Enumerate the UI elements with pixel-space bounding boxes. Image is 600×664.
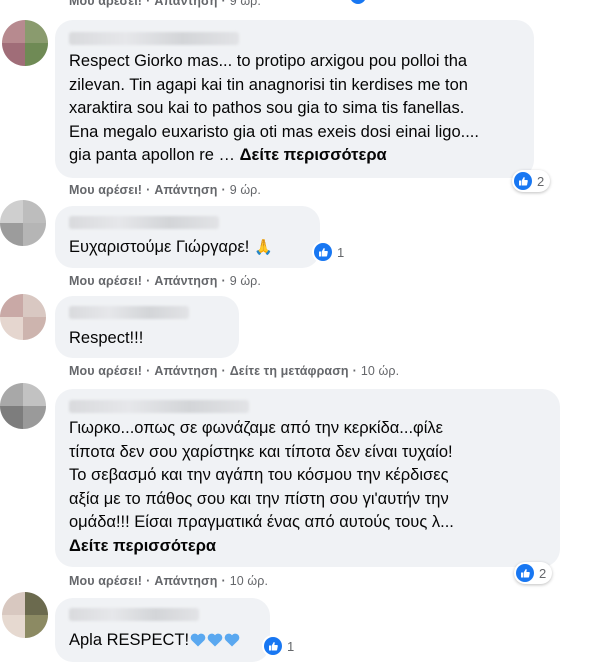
like-link[interactable]: Μου αρέσει! [69,274,142,288]
timestamp[interactable]: 9 ώρ. [230,183,261,197]
reaction-count[interactable]: 1 [264,637,294,655]
avatar[interactable] [0,383,46,429]
comment-bubble: Respect Giorko mas... to protipo arxigou… [55,20,534,178]
separator: · [221,274,226,288]
separator: · [146,364,151,378]
separator: · [221,364,226,378]
reaction-count[interactable]: 1 [314,243,344,261]
comment-bubble: Apla RESPECT! [55,598,270,662]
comment-bubble: Γιωρκο...οπως σε φωνάζαμε από την κερκίδ… [55,389,560,567]
reaction-count[interactable]: 2 [514,562,553,584]
reaction-count-value: 1 [287,638,295,654]
separator: · [146,183,151,197]
comment-text: Ευχαριστούμε Γιώργαρε! 🙏 [69,238,273,256]
see-more-link[interactable]: Δείτε περισσότερα [240,146,387,164]
like-link[interactable]: Μου αρέσει! [69,364,142,378]
reply-link[interactable]: Απάντηση [154,274,217,288]
commenter-name[interactable] [69,400,249,413]
separator: · [146,274,151,288]
comment-bubble: Respect!!! [55,296,239,358]
comment-actions: Μου αρέσει! · Απάντηση · 10 ώρ. [69,574,268,588]
separator: · [221,0,226,8]
timestamp[interactable]: 10 ώρ. [361,364,399,378]
comment-actions: Μου αρέσει! · Απάντηση · Δείτε τη μετάφραση ·… [69,364,399,378]
timestamp[interactable]: 10 ώρ. [230,574,268,588]
reply-link[interactable]: Απάντηση [154,183,217,197]
pray-emoji-icon: 🙏 [253,239,273,256]
like-link[interactable]: Μου αρέσει! [69,574,142,588]
see-more-link[interactable]: Δείτε περισσότερα [69,537,216,555]
reaction-count-value: 2 [537,173,545,189]
separator: · [221,183,226,197]
comment-actions-top: Μου αρέσει! · Απάντηση · 9 ώρ. [69,0,261,8]
comment-text: Respect!!! [69,329,144,347]
comment-text: Apla RESPECT! [69,629,240,653]
avatar[interactable] [2,592,48,638]
separator: · [352,364,357,378]
avatar[interactable] [0,200,46,246]
comment-text: Respect Giorko mas... to protipo arxigou… [69,52,479,164]
separator: · [221,574,226,588]
blue-heart-icon [189,631,240,649]
reaction-badge-top[interactable] [350,0,366,4]
comment-actions: Μου αρέσει! · Απάντηση · 9 ώρ. [69,183,261,197]
like-link[interactable]: Μου αρέσει! [69,183,142,197]
like-icon [516,564,534,582]
like-icon [514,172,532,190]
like-icon [264,637,282,655]
reply-link[interactable]: Απάντηση [154,574,217,588]
reaction-count-value: 2 [539,565,547,581]
like-icon [314,243,332,261]
reply-link[interactable]: Απάντηση [154,0,217,8]
avatar[interactable] [0,294,46,340]
like-link[interactable]: Μου αρέσει! [69,0,142,8]
reply-link[interactable]: Απάντηση [154,364,217,378]
commenter-name[interactable] [69,32,239,45]
commenter-name[interactable] [69,216,219,229]
reaction-count[interactable]: 2 [512,170,551,192]
timestamp[interactable]: 9 ώρ. [230,274,261,288]
commenter-name[interactable] [69,608,199,621]
comment-text: Γιωρκο...οπως σε φωνάζαμε από την κερκίδ… [69,419,454,555]
comment-actions: Μου αρέσει! · Απάντηση · 9 ώρ. [69,274,261,288]
timestamp[interactable]: 9 ώρ. [230,0,261,8]
reaction-count-value: 1 [337,244,345,260]
avatar[interactable] [2,20,48,66]
commenter-name[interactable] [69,306,189,319]
separator: · [146,574,151,588]
translate-link[interactable]: Δείτε τη μετάφραση [230,364,349,378]
separator: · [146,0,151,8]
comment-bubble: Ευχαριστούμε Γιώργαρε! 🙏 [55,206,320,268]
